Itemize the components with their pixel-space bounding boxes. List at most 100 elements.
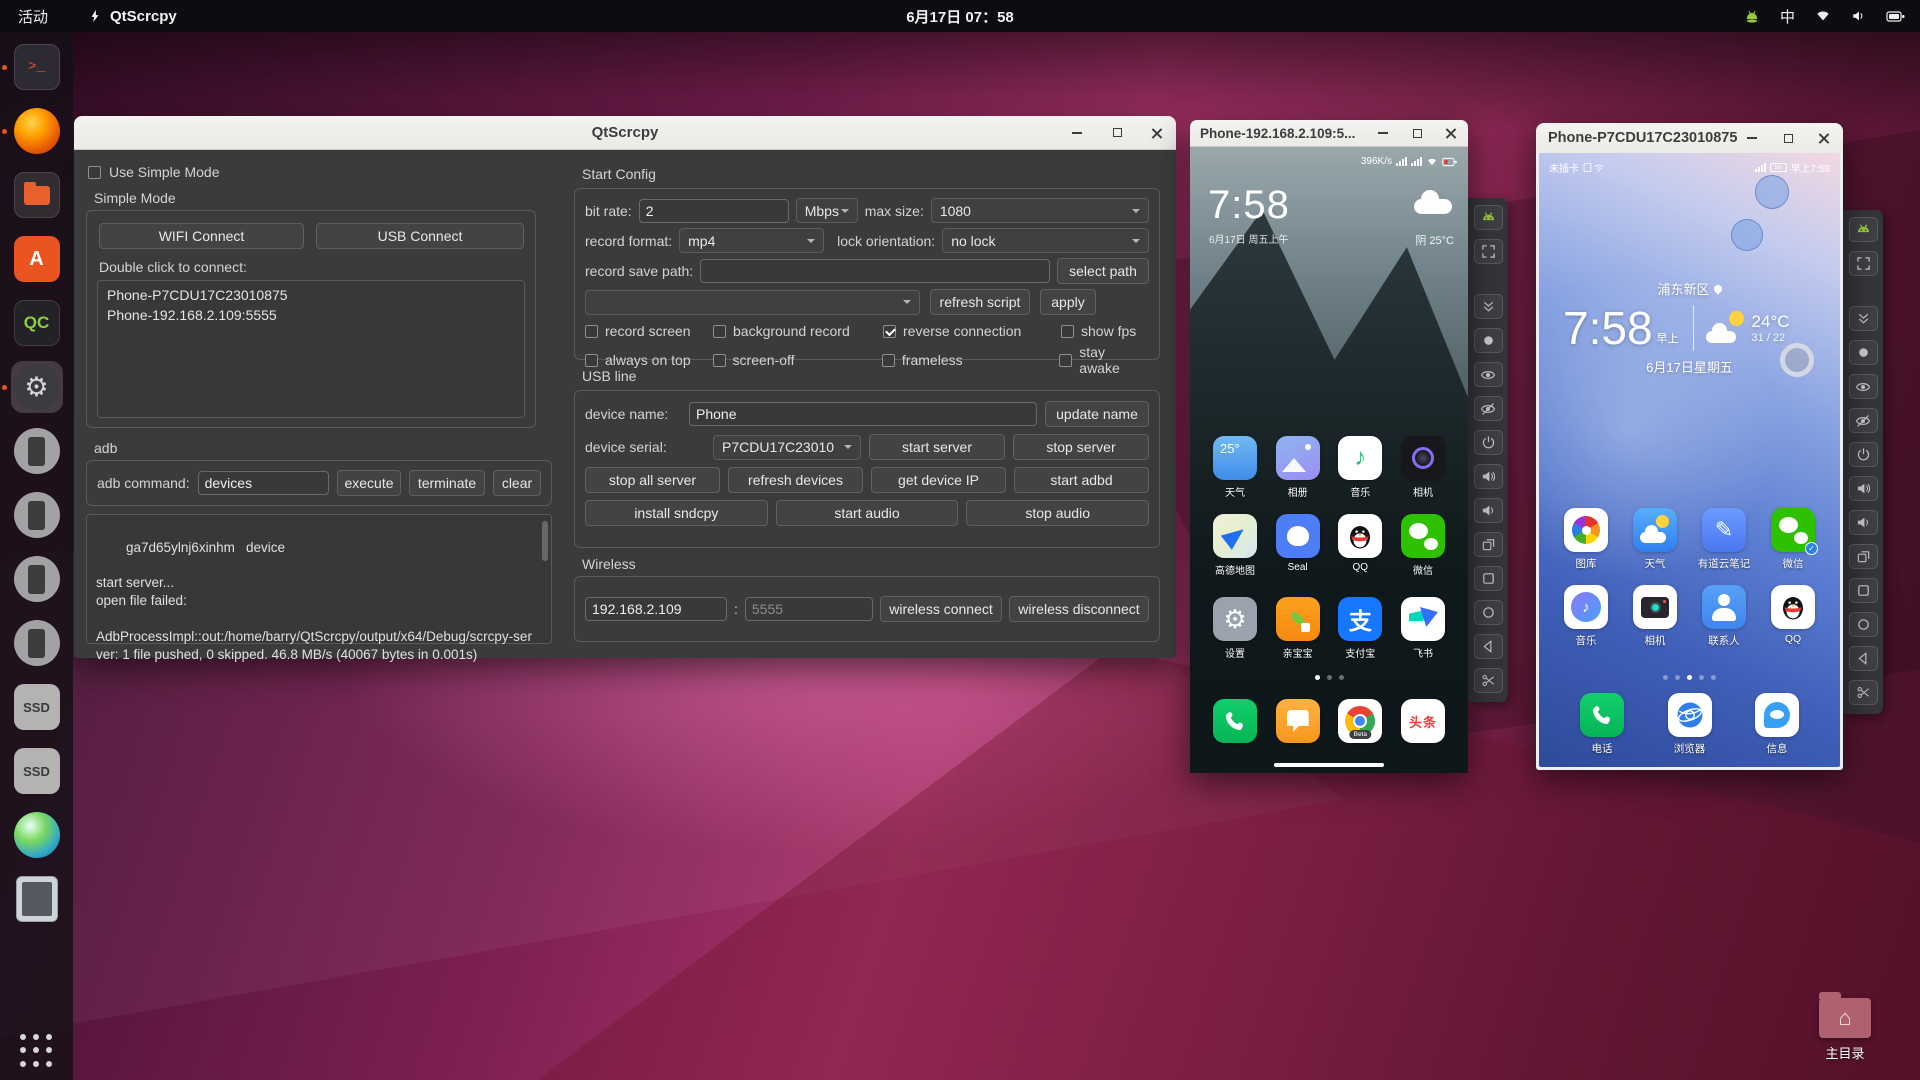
terminate-button[interactable]: terminate — [409, 470, 485, 496]
minimize-button[interactable] — [1374, 124, 1392, 142]
volume-up-button[interactable] — [1848, 476, 1878, 501]
bit-rate-input[interactable] — [638, 198, 789, 223]
volume-up-button[interactable] — [1473, 464, 1503, 489]
app-contacts[interactable]: 联系人 — [1695, 585, 1753, 648]
app-settings[interactable]: ⚙ 设置 — [1206, 597, 1264, 660]
update-name-button[interactable]: update name — [1045, 401, 1149, 427]
log-scrollbar[interactable] — [542, 521, 548, 561]
home-folder-shortcut[interactable]: ⌂ 主目录 — [1806, 992, 1884, 1062]
home-button[interactable] — [1473, 600, 1503, 625]
phone1-screen[interactable]: 396K/s 7:58 6月17日 周五上午 阴 25°C 25° 天气 相册 ♪… — [1190, 147, 1468, 773]
script-select[interactable] — [585, 289, 920, 315]
home-button[interactable] — [1848, 612, 1878, 637]
show-applications-button[interactable] — [19, 1034, 54, 1068]
dock-item-files[interactable] — [11, 169, 63, 221]
dock-item-settings[interactable]: ⚙ — [1, 361, 63, 413]
wireless-disconnect-button[interactable]: wireless disconnect — [1009, 596, 1149, 622]
app-youdao-note[interactable]: ✎ 有道云笔记 — [1695, 508, 1753, 571]
dock-phone[interactable] — [1206, 699, 1264, 743]
execute-button[interactable]: execute — [337, 470, 401, 496]
dock-chrome[interactable]: Beta — [1331, 699, 1389, 743]
dock-phone[interactable]: 电话 — [1573, 693, 1631, 756]
minimize-button[interactable] — [1068, 124, 1086, 142]
device-list-item[interactable]: Phone-192.168.2.109:5555 — [98, 305, 524, 325]
volume-down-button[interactable] — [1848, 510, 1878, 535]
app-wechat[interactable]: 微信 — [1394, 514, 1452, 577]
wireless-connect-button[interactable]: wireless connect — [880, 596, 1002, 622]
dock-item-phone-mirror[interactable] — [11, 617, 63, 669]
max-size-select[interactable]: 1080 — [930, 198, 1149, 223]
record-screen-checkbox[interactable] — [585, 324, 598, 338]
usb-connect-button[interactable]: USB Connect — [316, 223, 524, 249]
stay-awake-checkbox[interactable] — [1059, 353, 1073, 367]
back-button[interactable] — [1848, 646, 1878, 671]
dock-item-qtcreator[interactable]: QC — [11, 297, 63, 349]
phone1-titlebar[interactable]: Phone-192.168.2.109:5... — [1190, 120, 1468, 147]
power-button[interactable] — [1473, 430, 1503, 455]
menu-button[interactable] — [1473, 566, 1503, 591]
dock-toutiao[interactable]: 头条 — [1394, 699, 1452, 743]
maximize-button[interactable] — [1108, 124, 1126, 142]
volume-down-button[interactable] — [1473, 498, 1503, 523]
ime-indicator[interactable]: 中 — [1780, 6, 1795, 27]
dock-browser[interactable]: 浏览器 — [1661, 693, 1719, 756]
app-amap[interactable]: 高德地图 — [1206, 514, 1264, 577]
start-server-button[interactable]: start server — [869, 434, 1005, 460]
apply-button[interactable]: apply — [1040, 289, 1096, 315]
clear-button[interactable]: clear — [493, 470, 541, 496]
back-button[interactable] — [1473, 634, 1503, 659]
app-alipay[interactable]: 支支付宝 — [1331, 597, 1389, 660]
reverse-connection-checkbox[interactable] — [883, 324, 896, 338]
dock-item-ssd-drive[interactable]: SSD — [11, 745, 63, 797]
close-button[interactable] — [1815, 129, 1833, 147]
device-list-item[interactable]: Phone-P7CDU17C23010875 — [98, 285, 524, 305]
app-music[interactable]: ♪ 音乐 — [1331, 436, 1389, 499]
clock-button[interactable]: 6月17日 07：58 — [906, 6, 1014, 27]
start-adbd-button[interactable]: start adbd — [1014, 467, 1149, 493]
app-weather[interactable]: 25° 天气 — [1206, 436, 1264, 499]
app-feishu[interactable]: 飞书 — [1394, 597, 1452, 660]
adb-command-input[interactable] — [197, 471, 329, 495]
app-qq[interactable]: QQ — [1331, 514, 1389, 577]
dock-item-firefox[interactable] — [1, 105, 63, 157]
app-wechat[interactable]: ✓ 微信 — [1764, 508, 1822, 571]
maximize-button[interactable] — [1408, 124, 1426, 142]
dock-item-ubuntu-software[interactable]: A — [11, 233, 63, 285]
group-control-button[interactable] — [1848, 217, 1878, 242]
dock-item-terminal[interactable]: >_ — [1, 41, 63, 93]
get-device-ip-button[interactable]: get device IP — [871, 467, 1006, 493]
dock-item-phone-mirror[interactable] — [11, 489, 63, 541]
adb-log-output[interactable]: ga7d65ylnj6xinhm device start server... … — [86, 514, 552, 662]
dock-item-phone-mirror[interactable] — [11, 425, 63, 477]
phone2-titlebar[interactable]: Phone-P7CDU17C23010875 — [1536, 123, 1843, 153]
bit-rate-unit-select[interactable]: Mbps — [795, 198, 858, 223]
select-path-button[interactable]: select path — [1057, 258, 1149, 284]
phone2-screen[interactable]: 未插卡 50 早上7:58 浦东新区 7:58 早上 24°C 31 / 22 … — [1539, 153, 1840, 767]
dock-messages[interactable] — [1269, 699, 1327, 743]
screen-off-checkbox[interactable] — [712, 353, 726, 367]
power-button[interactable] — [1848, 442, 1878, 467]
device-serial-select[interactable]: P7CDU17C23010 — [713, 434, 861, 460]
record-save-path-input[interactable] — [700, 259, 1050, 283]
app-camera[interactable]: 相机 — [1626, 585, 1684, 648]
assistive-ball[interactable] — [1780, 343, 1814, 377]
menu-button[interactable] — [1848, 578, 1878, 603]
background-record-checkbox[interactable] — [713, 324, 726, 338]
app-music[interactable]: ♪ 音乐 — [1557, 585, 1615, 648]
app-camera[interactable]: 相机 — [1394, 436, 1452, 499]
start-audio-button[interactable]: start audio — [775, 500, 959, 526]
expand-notification-button[interactable] — [1473, 294, 1503, 319]
expand-notification-button[interactable] — [1848, 306, 1878, 331]
device-name-input[interactable] — [689, 402, 1037, 426]
wireless-ip-input[interactable] — [585, 597, 727, 621]
dock-item-tablet-device[interactable] — [11, 873, 63, 925]
touch-button[interactable] — [1848, 340, 1878, 365]
stop-audio-button[interactable]: stop audio — [966, 500, 1150, 526]
screen-on-button[interactable] — [1473, 362, 1503, 387]
app-switch-button[interactable] — [1848, 544, 1878, 569]
wifi-connect-button[interactable]: WIFI Connect — [99, 223, 304, 249]
screenshot-button[interactable] — [1848, 680, 1878, 705]
focused-app-menu[interactable]: QtScrcpy — [88, 8, 177, 25]
always-on-top-checkbox[interactable] — [585, 353, 598, 367]
minimize-button[interactable] — [1743, 129, 1761, 147]
